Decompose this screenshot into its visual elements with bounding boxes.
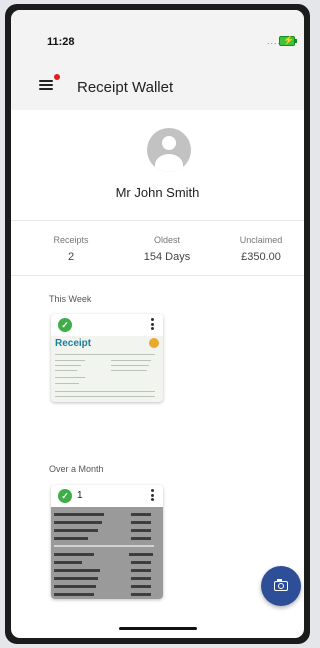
stat-oldest: Oldest 154 Days	[127, 235, 207, 263]
receipt-thumbnail	[51, 507, 163, 599]
check-icon: ✓	[58, 489, 72, 503]
stat-value: £350.00	[241, 251, 281, 263]
section-heading-this-week: This Week	[49, 294, 92, 304]
app-bar: Receipt Wallet	[11, 62, 304, 110]
battery-charging-icon: ⚡	[279, 35, 297, 46]
stat-label: Receipts	[53, 235, 89, 245]
hamburger-menu-icon[interactable]	[39, 80, 53, 90]
stats-bar: Receipts 2 Oldest 154 Days Unclaimed £35…	[11, 220, 304, 276]
thumbnail-badge	[149, 338, 159, 348]
home-indicator[interactable]	[119, 627, 197, 630]
stat-receipts: Receipts 2	[31, 235, 111, 263]
stat-value: 154 Days	[143, 251, 191, 263]
receipt-card[interactable]: ✓ 1	[51, 485, 163, 599]
stat-label: Oldest	[153, 235, 180, 245]
phone-frame: 11:28 .... ⚡ Receipt Wallet Mr John Smit…	[5, 4, 310, 644]
card-header: ✓	[51, 314, 163, 336]
user-name: Mr John Smith	[115, 185, 200, 200]
stat-unclaimed: Unclaimed £350.00	[221, 235, 301, 263]
receipt-thumbnail: Receipt	[51, 336, 163, 402]
status-time: 11:28	[47, 36, 75, 48]
card-header: ✓ 1	[51, 485, 163, 507]
more-vert-icon[interactable]	[151, 489, 154, 503]
more-vert-icon[interactable]	[151, 318, 154, 332]
section-heading-over-a-month: Over a Month	[49, 464, 104, 474]
stat-value: 2	[67, 251, 75, 263]
receipt-card[interactable]: ✓ Receipt	[51, 314, 163, 402]
stat-label: Unclaimed	[239, 235, 283, 245]
notification-dot	[54, 74, 60, 80]
check-icon: ✓	[58, 318, 72, 332]
profile-section: Mr John Smith	[11, 110, 304, 210]
card-count: 1	[77, 490, 83, 501]
camera-fab-button[interactable]	[261, 566, 301, 606]
status-bar: 11:28 .... ⚡	[11, 10, 304, 62]
page-title: Receipt Wallet	[77, 79, 174, 96]
thumbnail-title: Receipt	[55, 338, 92, 349]
app-screen: 11:28 .... ⚡ Receipt Wallet Mr John Smit…	[11, 10, 304, 638]
person-avatar-icon[interactable]	[147, 128, 191, 172]
